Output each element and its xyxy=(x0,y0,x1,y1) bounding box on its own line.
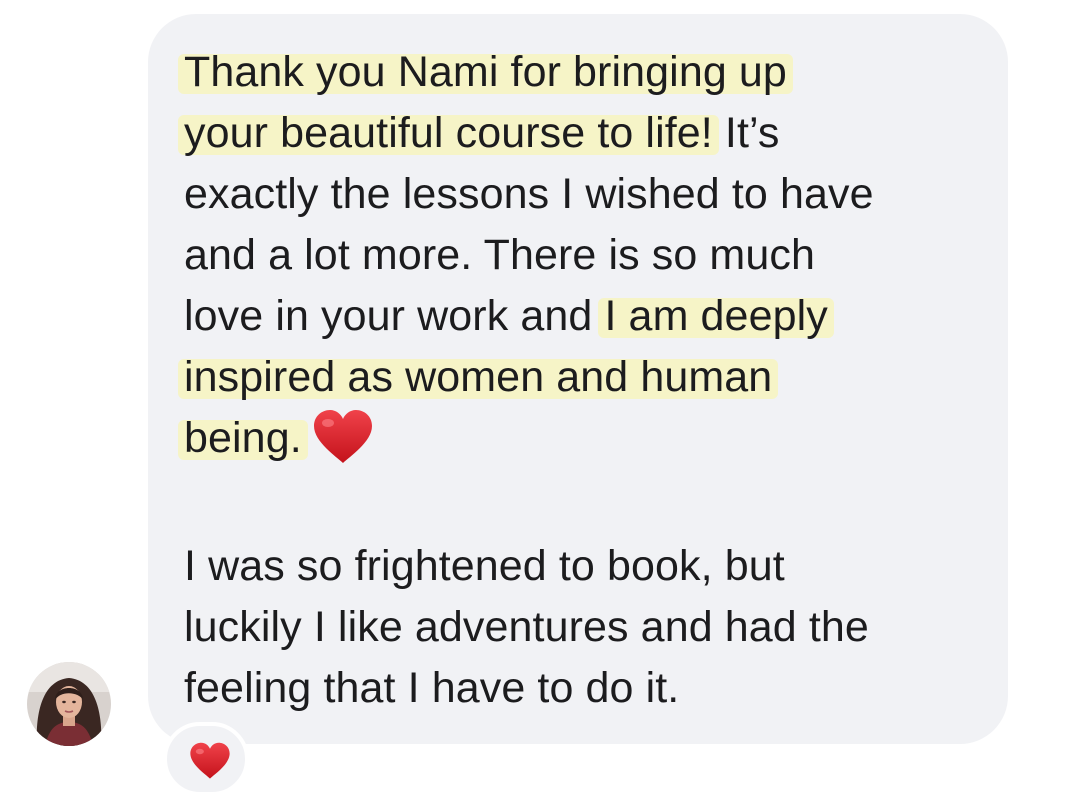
message-line: Thank you Nami for bringing up xyxy=(184,42,874,103)
message-line: luckily I like adventures and had the xyxy=(184,603,869,651)
red-heart-icon xyxy=(190,742,230,779)
highlighted-text: your beautiful course to life! xyxy=(184,109,713,157)
message-line: love in your work and I am deeply xyxy=(184,286,874,347)
message-line: exactly the lessons I wished to have xyxy=(184,170,874,218)
highlighted-text: Thank you Nami for bringing up xyxy=(184,48,787,96)
red-heart-icon xyxy=(312,409,374,465)
message-line: your beautiful course to life! It’s xyxy=(184,103,874,164)
message-line: inspired as women and human xyxy=(184,347,874,408)
chat-view: Thank you Nami for bringing up your beau… xyxy=(0,0,1073,800)
message-line: and a lot more. There is so much xyxy=(184,231,815,279)
highlighted-text: being. xyxy=(184,414,302,462)
avatar[interactable] xyxy=(27,662,111,746)
highlighted-text: I am deeply xyxy=(604,292,828,340)
message-text: It’s xyxy=(712,109,780,157)
message-line: feeling that I have to do it. xyxy=(184,664,680,712)
highlighted-text: inspired as women and human xyxy=(184,353,773,401)
message-paragraph-2: I was so frightened to book, but luckily… xyxy=(184,536,869,719)
message-text: love in your work and xyxy=(184,292,605,340)
message-line: being. xyxy=(184,408,874,469)
heart-reaction[interactable] xyxy=(163,722,249,796)
message-line: I was so frightened to book, but xyxy=(184,542,785,590)
message-paragraph-1: Thank you Nami for bringing up your beau… xyxy=(184,42,874,469)
